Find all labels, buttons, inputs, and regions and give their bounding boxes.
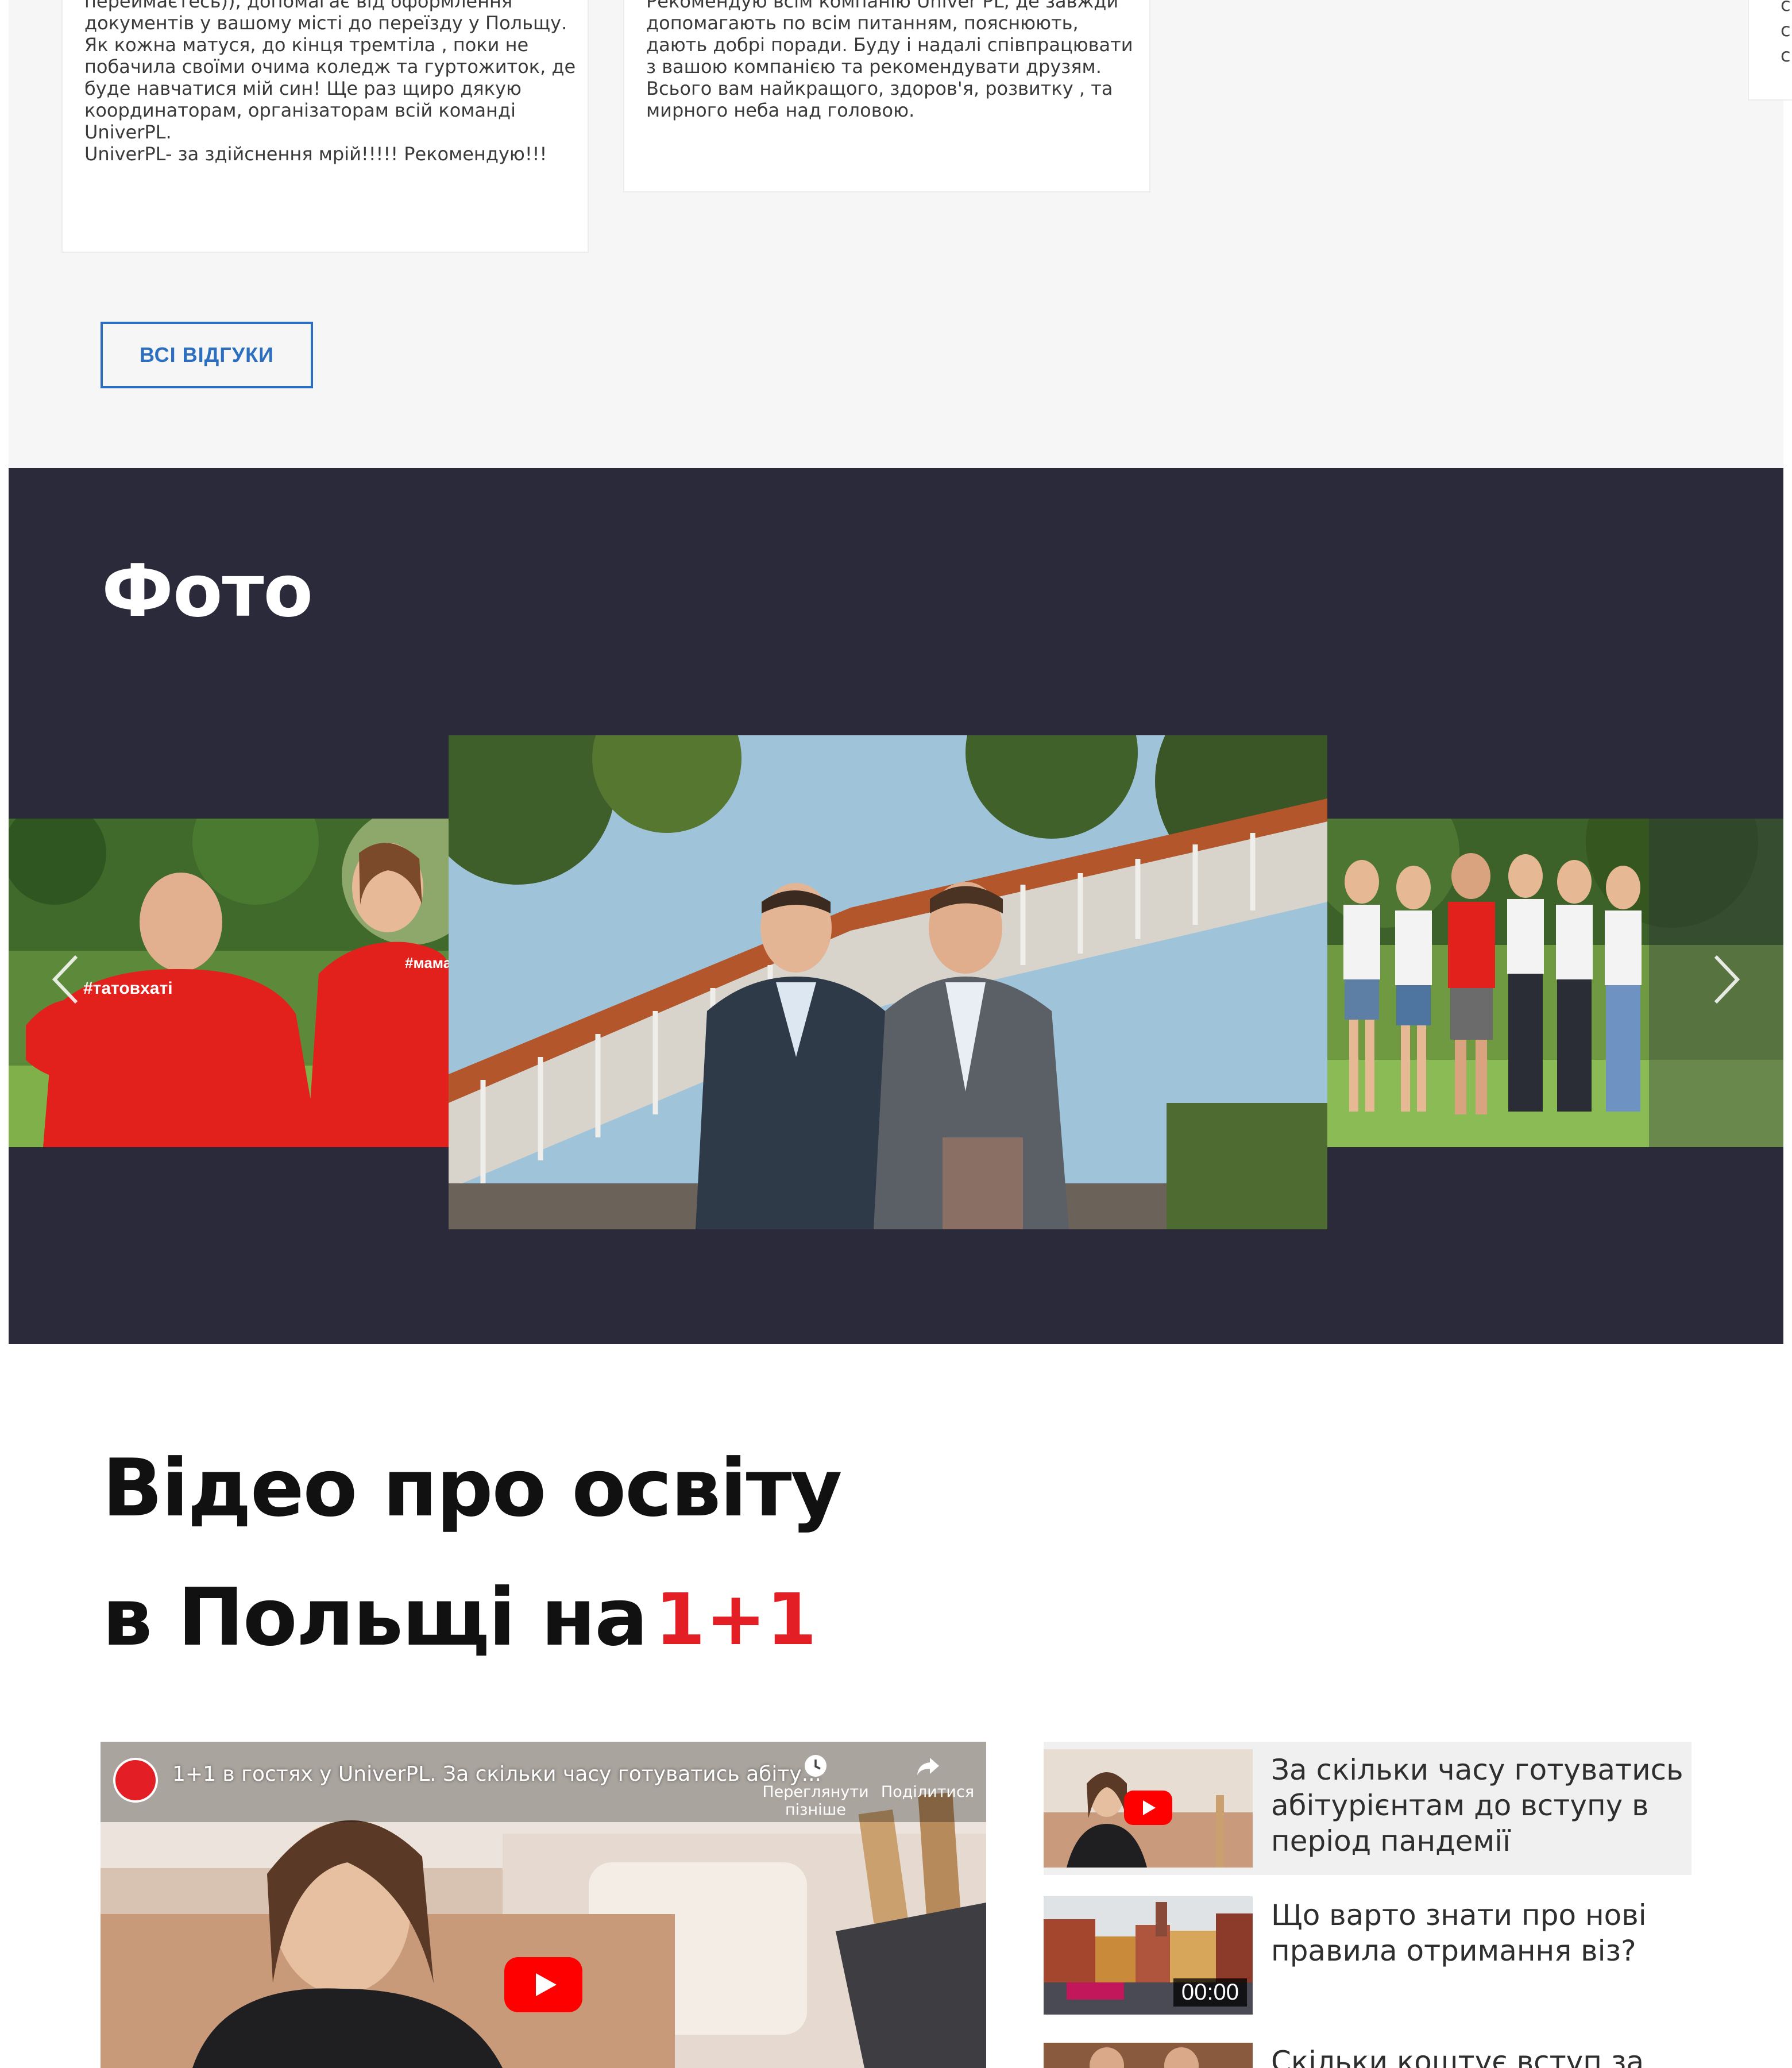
shirt-print: #татовхаті: [83, 979, 173, 998]
video-playlist: За скільки часу готуватись абітурієнтам …: [1044, 1742, 1691, 2068]
photo-slide-active[interactable]: [449, 735, 1327, 1229]
photo-section: Фото #татовхаті #мама: [9, 468, 1783, 1344]
playlist-item[interactable]: 00:00 Що варто знати про нові правила от…: [1044, 1882, 1691, 2016]
share-icon: [917, 1758, 939, 1775]
tv-channel-logo: 1+1: [655, 1592, 817, 1650]
shirt-print: #мама: [405, 954, 449, 971]
channel-avatar[interactable]: [113, 1758, 158, 1803]
clock-icon: [805, 1755, 827, 1777]
video-section: Відео про освіту в Польщі на 1+1 1+1 в г…: [0, 1344, 1792, 2068]
video-player[interactable]: 1+1 в гостях у UniverPL. За скільки часу…: [101, 1742, 986, 2068]
chevron-left-icon[interactable]: [49, 951, 83, 1008]
playlist-item[interactable]: За скільки часу готуватись абітурієнтам …: [1044, 1742, 1691, 1875]
playlist-item-title: За скільки часу готуватись абітурієнтам …: [1271, 1753, 1683, 1858]
reviews-section: переймаєтесь)), допомагає від оформлення…: [9, 0, 1792, 468]
playlist-item-title: Скільки коштує вступ за: [1271, 2045, 1644, 2068]
watch-later-control[interactable]: Переглянути пізніше: [755, 1753, 876, 1819]
review-card: переймаєтесь)), допомагає від оформлення…: [61, 0, 589, 253]
all-reviews-button[interactable]: ВСІ ВІДГУКИ: [101, 322, 313, 388]
playlist-thumbnail: [1044, 1749, 1253, 1868]
share-label: Поділитися: [880, 1783, 975, 1801]
section-title: Фото: [102, 549, 313, 633]
video-title[interactable]: 1+1 в гостях у UniverPL. За скільки часу…: [172, 1762, 821, 1786]
playlist-item-title: Що варто знати про нові правила отриманн…: [1271, 1899, 1647, 1967]
section-title: Відео про освіту: [102, 1442, 843, 1534]
video-duration: 00:00: [1173, 1978, 1247, 2007]
review-text-line: с: [1781, 44, 1791, 66]
section-title: в Польщі на: [102, 1571, 648, 1664]
review-card: Рекомендую всім компанію Univer PL, де з…: [623, 0, 1150, 192]
playlist-thumbnail: [1044, 2043, 1253, 2068]
review-card-partial: с с с: [1748, 0, 1792, 101]
watch-later-label: Переглянути пізніше: [762, 1783, 869, 1819]
chevron-right-icon[interactable]: [1709, 951, 1743, 1008]
play-icon: [1124, 1791, 1172, 1825]
playlist-item[interactable]: Скільки коштує вступ за: [1044, 2029, 1691, 2068]
photo-image: [449, 735, 1327, 1229]
logo-text: 1+1: [655, 1592, 817, 1650]
play-button[interactable]: [504, 1957, 582, 2012]
share-control[interactable]: Поділитися: [867, 1753, 986, 1801]
playlist-thumbnail: 00:00: [1044, 1896, 1253, 2015]
thumbnail-image: [1044, 2043, 1253, 2068]
review-text-line: UniverPL- за здійснення мрій!!!!! Рекоме…: [84, 143, 547, 165]
page: переймаєтесь)), допомагає від оформлення…: [0, 0, 1792, 2068]
